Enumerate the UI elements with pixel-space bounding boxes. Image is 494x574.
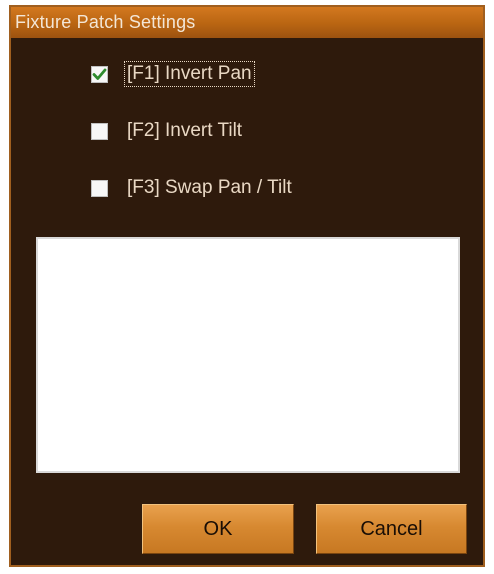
invert-pan-label: [F1] Invert Pan xyxy=(124,61,255,87)
invert-tilt-option[interactable]: [F2] Invert Tilt xyxy=(91,117,244,145)
fixture-patch-settings-dialog: Fixture Patch Settings [F1] Invert Pan [… xyxy=(9,5,485,567)
invert-tilt-label: [F2] Invert Tilt xyxy=(127,120,243,141)
cancel-button[interactable]: Cancel xyxy=(316,504,467,554)
cancel-button-label: Cancel xyxy=(360,517,423,540)
ok-button-label: OK xyxy=(203,517,233,540)
invert-tilt-checkbox[interactable] xyxy=(91,122,108,140)
swap-pan-tilt-option[interactable]: [F3] Swap Pan / Tilt xyxy=(91,174,294,202)
checkmark-icon xyxy=(92,68,107,80)
swap-pan-tilt-checkbox[interactable] xyxy=(91,179,108,197)
swap-pan-tilt-label: [F3] Swap Pan / Tilt xyxy=(127,177,292,198)
invert-pan-checkbox[interactable] xyxy=(91,65,108,83)
patch-list-box[interactable] xyxy=(36,237,460,473)
ok-button[interactable]: OK xyxy=(142,504,294,554)
dialog-title: Fixture Patch Settings xyxy=(15,12,196,32)
dialog-title-bar[interactable]: Fixture Patch Settings xyxy=(11,7,483,38)
invert-pan-option[interactable]: [F1] Invert Pan xyxy=(91,60,255,88)
